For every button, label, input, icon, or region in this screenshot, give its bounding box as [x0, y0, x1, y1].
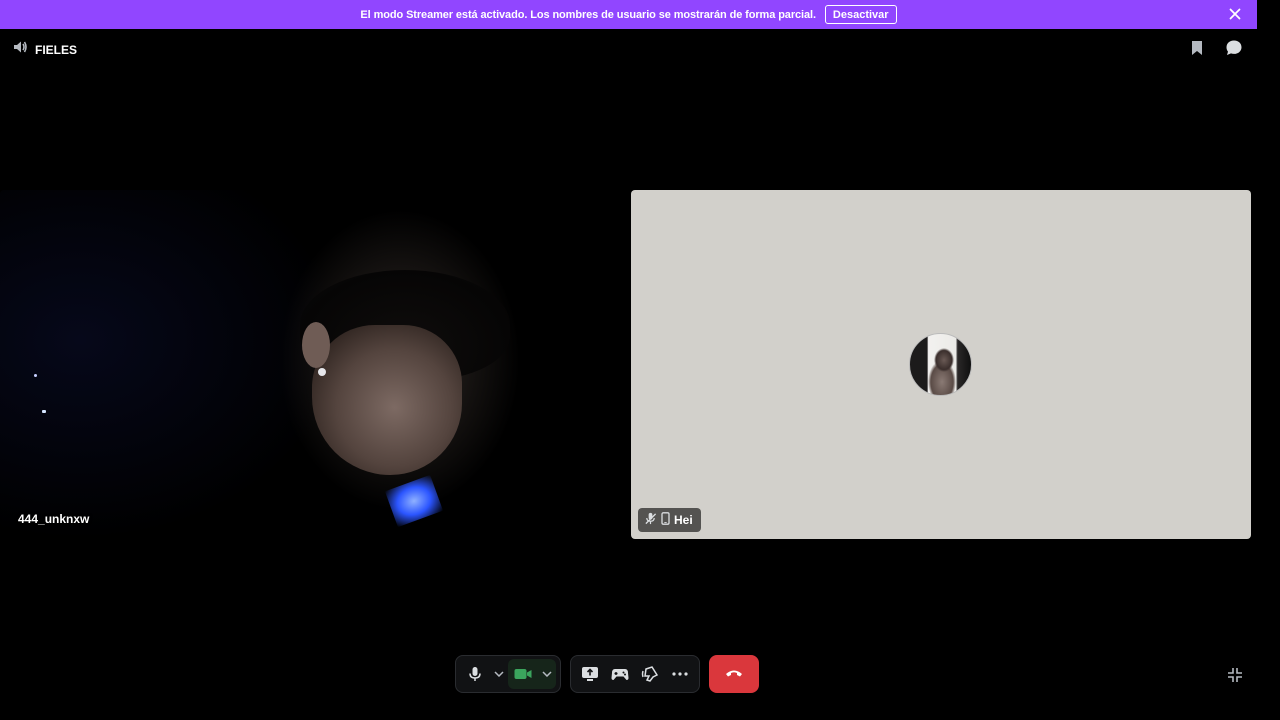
camera-icon[interactable]: [508, 659, 538, 689]
more-icon[interactable]: [665, 659, 695, 689]
chevron-down-icon[interactable]: [490, 659, 508, 689]
minimize-icon[interactable]: [1226, 666, 1244, 684]
participant-tile[interactable]: Hei: [631, 190, 1251, 539]
activity-icon[interactable]: [605, 659, 635, 689]
deactivate-button[interactable]: Desactivar: [824, 5, 897, 24]
channel-name: FIELES: [35, 42, 78, 57]
camera-toggle[interactable]: [508, 659, 556, 689]
activities-group: [570, 655, 700, 693]
screen-share-icon[interactable]: [575, 659, 605, 689]
close-icon[interactable]: [1227, 6, 1243, 22]
audio-video-group: [455, 655, 561, 693]
participant-tile[interactable]: 444_unknxw: [0, 190, 620, 539]
webcam-video: [0, 190, 620, 539]
channel-header: FIELES: [12, 39, 77, 60]
hangup-icon: [725, 665, 743, 683]
streamer-mode-banner: El modo Streamer está activado. Los nomb…: [0, 0, 1257, 29]
speaker-icon: [12, 39, 28, 60]
participant-name: Hei: [674, 513, 693, 527]
chevron-down-icon[interactable]: [538, 659, 556, 689]
window-edge: [1257, 0, 1280, 720]
disconnect-button[interactable]: [709, 655, 759, 693]
call-controls: [455, 655, 759, 693]
participant-name-tag: Hei: [638, 508, 701, 532]
soundboard-icon[interactable]: [635, 659, 665, 689]
mic-muted-icon: [644, 512, 657, 528]
mobile-icon: [661, 512, 670, 528]
header-actions: [1187, 38, 1244, 58]
avatar: [909, 333, 972, 396]
participant-name: 444_unknxw: [18, 512, 90, 526]
mic-icon[interactable]: [460, 659, 490, 689]
chat-icon[interactable]: [1224, 38, 1244, 58]
banner-message: El modo Streamer está activado. Los nomb…: [360, 8, 816, 21]
bookmark-icon[interactable]: [1187, 38, 1207, 58]
